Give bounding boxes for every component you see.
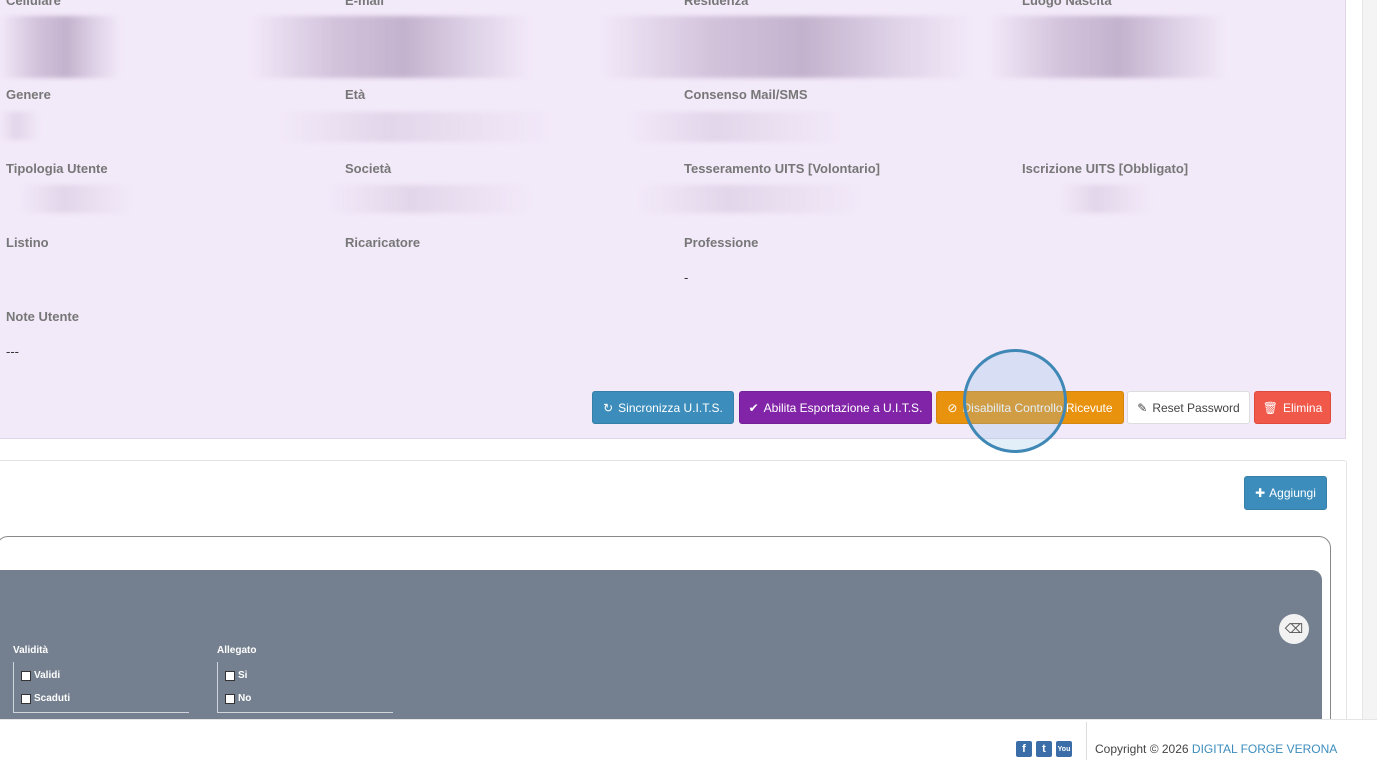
pencil-icon: ✎ — [1137, 400, 1148, 415]
field-listino: Listino — [6, 235, 49, 250]
clear-filters-button[interactable]: ⌫ — [1279, 614, 1309, 644]
label-note-utente: Note Utente — [6, 309, 79, 324]
label-email: E-mail — [345, 0, 385, 8]
label-consenso: Consenso Mail/SMS — [684, 87, 808, 102]
blurred-value-cellulare — [0, 16, 120, 78]
field-eta: Età — [345, 87, 365, 102]
filter-option-label: Validi — [34, 670, 61, 681]
social-links: f t You — [1016, 741, 1072, 757]
label-listino: Listino — [6, 235, 49, 250]
label-professione: Professione — [684, 235, 759, 250]
sync-uits-label: Sincronizza U.I.T.S. — [618, 400, 723, 415]
filter-allegato: Allegato Si No — [217, 645, 393, 713]
page-scrollbar[interactable] — [1362, 0, 1377, 720]
filter-option-validi[interactable]: Validi — [21, 664, 189, 687]
blurred-value-iscrizione — [1060, 185, 1150, 213]
filters-box — [0, 570, 1322, 720]
label-eta: Età — [345, 87, 366, 102]
label-iscrizione: Iscrizione UITS [Obbligato] — [1022, 161, 1189, 176]
field-tesseramento: Tesseramento UITS [Volontario] — [684, 161, 880, 176]
disable-receipt-check-label: Disabilita Controllo Ricevute — [962, 400, 1113, 415]
twitter-icon[interactable]: t — [1036, 741, 1052, 757]
blurred-value-consenso — [630, 112, 840, 142]
check-icon: ✔ — [748, 400, 759, 415]
checkbox-scaduti[interactable] — [21, 693, 31, 704]
field-professione: Professione - — [684, 235, 758, 285]
value-professione: - — [684, 270, 689, 285]
sync-uits-button[interactable]: ↻ Sincronizza U.I.T.S. — [592, 391, 734, 424]
enable-export-uits-button[interactable]: ✔ Abilita Esportazione a U.I.T.S. — [739, 391, 932, 424]
blurred-value-tesseramento — [640, 185, 860, 213]
label-societa: Società — [345, 161, 392, 176]
blurred-value-genere — [0, 112, 40, 140]
blurred-value-eta — [280, 112, 550, 142]
blurred-value-residenza — [600, 16, 970, 78]
company-link[interactable]: DIGITAL FORGE VERONA — [1192, 742, 1337, 756]
delete-button[interactable]: 🗑 Elimina — [1254, 391, 1331, 424]
label-tipologia-utente: Tipologia Utente — [6, 161, 108, 176]
youtube-icon[interactable]: You — [1056, 741, 1072, 757]
field-societa: Società — [345, 161, 391, 176]
field-note-utente: Note Utente --- — [6, 309, 79, 359]
delete-label: Elimina — [1282, 400, 1323, 415]
field-tipologia-utente: Tipologia Utente — [6, 161, 108, 176]
checkbox-no[interactable] — [225, 693, 235, 704]
value-note-utente: --- — [6, 344, 19, 359]
blurred-value-societa — [330, 185, 530, 213]
reset-password-button[interactable]: ✎ Reset Password — [1127, 391, 1250, 424]
copyright-text: Copyright © 2026 DIGITAL FORGE VERONA — [1095, 742, 1337, 756]
label-cellulare: Cellulare — [6, 0, 61, 8]
field-consenso: Consenso Mail/SMS — [684, 87, 808, 102]
label-tesseramento: Tesseramento UITS [Volontario] — [684, 161, 880, 176]
add-button[interactable]: ✚ Aggiungi — [1244, 476, 1327, 510]
enable-export-label: Abilita Esportazione a U.I.T.S. — [763, 400, 923, 415]
copyright-label: Copyright © 2026 — [1095, 742, 1189, 756]
label-luogo-nascita: Luogo Nascita — [1022, 0, 1112, 8]
add-label: Aggiungi — [1269, 486, 1316, 500]
blurred-value-tipologia — [20, 185, 130, 213]
trash-icon: 🗑 — [1262, 400, 1278, 415]
field-cellulare: Cellulare — [6, 0, 61, 8]
refresh-icon: ↻ — [603, 400, 614, 415]
filter-option-label: No — [238, 693, 252, 704]
filter-validita: Validità Validi Scaduti — [13, 645, 189, 713]
reset-password-label: Reset Password — [1152, 400, 1240, 415]
filter-validita-title: Validità — [13, 645, 49, 656]
facebook-icon[interactable]: f — [1016, 741, 1032, 757]
field-genere: Genere — [6, 87, 51, 102]
filter-option-label: Si — [238, 670, 248, 681]
checkbox-validi[interactable] — [21, 670, 31, 681]
field-residenza: Residenza — [684, 0, 748, 8]
label-ricaricatore: Ricaricatore — [345, 235, 421, 250]
ban-icon: ⊘ — [947, 400, 958, 415]
field-ricaricatore: Ricaricatore — [345, 235, 420, 250]
plus-icon: ✚ — [1255, 486, 1266, 500]
disable-receipt-check-button[interactable]: ⊘ Disabilita Controllo Ricevute — [936, 391, 1124, 424]
filter-option-no[interactable]: No — [225, 687, 393, 710]
blurred-value-luogo-nascita — [990, 16, 1225, 78]
label-genere: Genere — [6, 87, 51, 102]
filter-option-label: Scaduti — [34, 693, 71, 704]
field-iscrizione: Iscrizione UITS [Obbligato] — [1022, 161, 1188, 176]
blurred-value-email — [250, 16, 530, 78]
filter-option-si[interactable]: Si — [225, 664, 393, 687]
field-luogo-nascita: Luogo Nascita — [1022, 0, 1112, 8]
filter-allegato-title: Allegato — [217, 645, 257, 656]
footer-divider — [1086, 722, 1087, 760]
checkbox-si[interactable] — [225, 670, 235, 681]
filter-option-scaduti[interactable]: Scaduti — [21, 687, 189, 710]
field-email: E-mail — [345, 0, 384, 8]
label-residenza: Residenza — [684, 0, 749, 8]
eraser-icon: ⌫ — [1284, 621, 1304, 636]
